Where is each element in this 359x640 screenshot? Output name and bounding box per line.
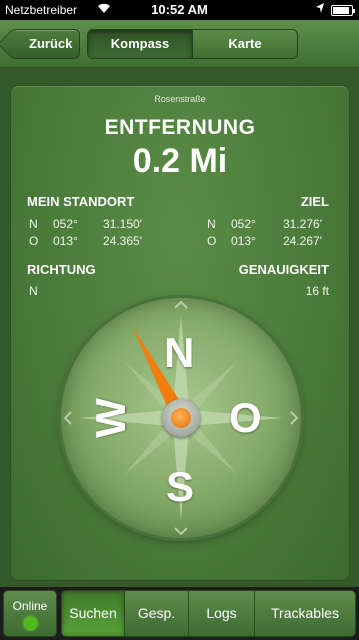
- location-arrow-icon: [315, 2, 325, 17]
- online-label: Online: [12, 599, 48, 613]
- dest-lon-deg: 013°: [231, 234, 256, 248]
- dest-lat-deg: 052°: [231, 217, 256, 231]
- distance-value: 0.2 Mi: [132, 142, 228, 180]
- tab-logs[interactable]: Logs: [188, 591, 254, 636]
- back-button[interactable]: Zurück: [10, 29, 80, 59]
- back-button-label: Zurück: [29, 36, 73, 51]
- street-name: Rosenstraße: [154, 94, 206, 104]
- my-lat-dir: N: [29, 217, 38, 231]
- dest-lon-dir: O: [207, 234, 217, 248]
- direction-value: N: [29, 284, 38, 298]
- compass-dial: N S W O: [61, 298, 301, 538]
- my-location-title: MEIN STANDORT: [27, 194, 135, 209]
- segment-kompass[interactable]: Kompass: [88, 30, 192, 58]
- my-lon-min: 24.365': [103, 234, 142, 248]
- destination-title: ZIEL: [300, 194, 329, 209]
- tab-trackables[interactable]: Trackables: [254, 591, 355, 636]
- navigation-bar: Zurück Kompass Karte: [0, 20, 359, 68]
- accuracy-value: 16 ft: [305, 284, 329, 298]
- accuracy-title: GENAUIGKEIT: [238, 262, 329, 277]
- compass-panel: Rosenstraße ENTFERNUNG 0.2 Mi MEIN STAND…: [10, 85, 350, 581]
- distance-label: ENTFERNUNG: [104, 116, 256, 139]
- battery-icon: [331, 5, 355, 16]
- dest-lon-min: 24.267': [283, 234, 322, 248]
- view-segmented-control: Kompass Karte: [87, 29, 298, 59]
- online-indicator-icon: [24, 617, 37, 630]
- online-status-button[interactable]: Online: [3, 590, 57, 637]
- my-lon-dir: O: [29, 234, 39, 248]
- bottom-tab-bar: Online Suchen Gesp. Logs Trackables: [0, 587, 359, 640]
- compass-hub: [162, 399, 200, 437]
- direction-title: RICHTUNG: [27, 262, 96, 277]
- clock: 10:52 AM: [151, 2, 208, 17]
- dest-lat-dir: N: [207, 217, 216, 231]
- my-lat-deg: 052°: [53, 217, 78, 231]
- segment-karte[interactable]: Karte: [192, 30, 297, 58]
- tab-suchen[interactable]: Suchen: [62, 591, 124, 636]
- dest-lat-min: 31.276': [283, 217, 322, 231]
- tab-group: Suchen Gesp. Logs Trackables: [61, 590, 356, 637]
- my-lon-deg: 013°: [53, 234, 78, 248]
- tab-gesp[interactable]: Gesp.: [124, 591, 188, 636]
- status-bar: Netzbetreiber 10:52 AM: [0, 0, 359, 20]
- my-lat-min: 31.150': [103, 217, 142, 231]
